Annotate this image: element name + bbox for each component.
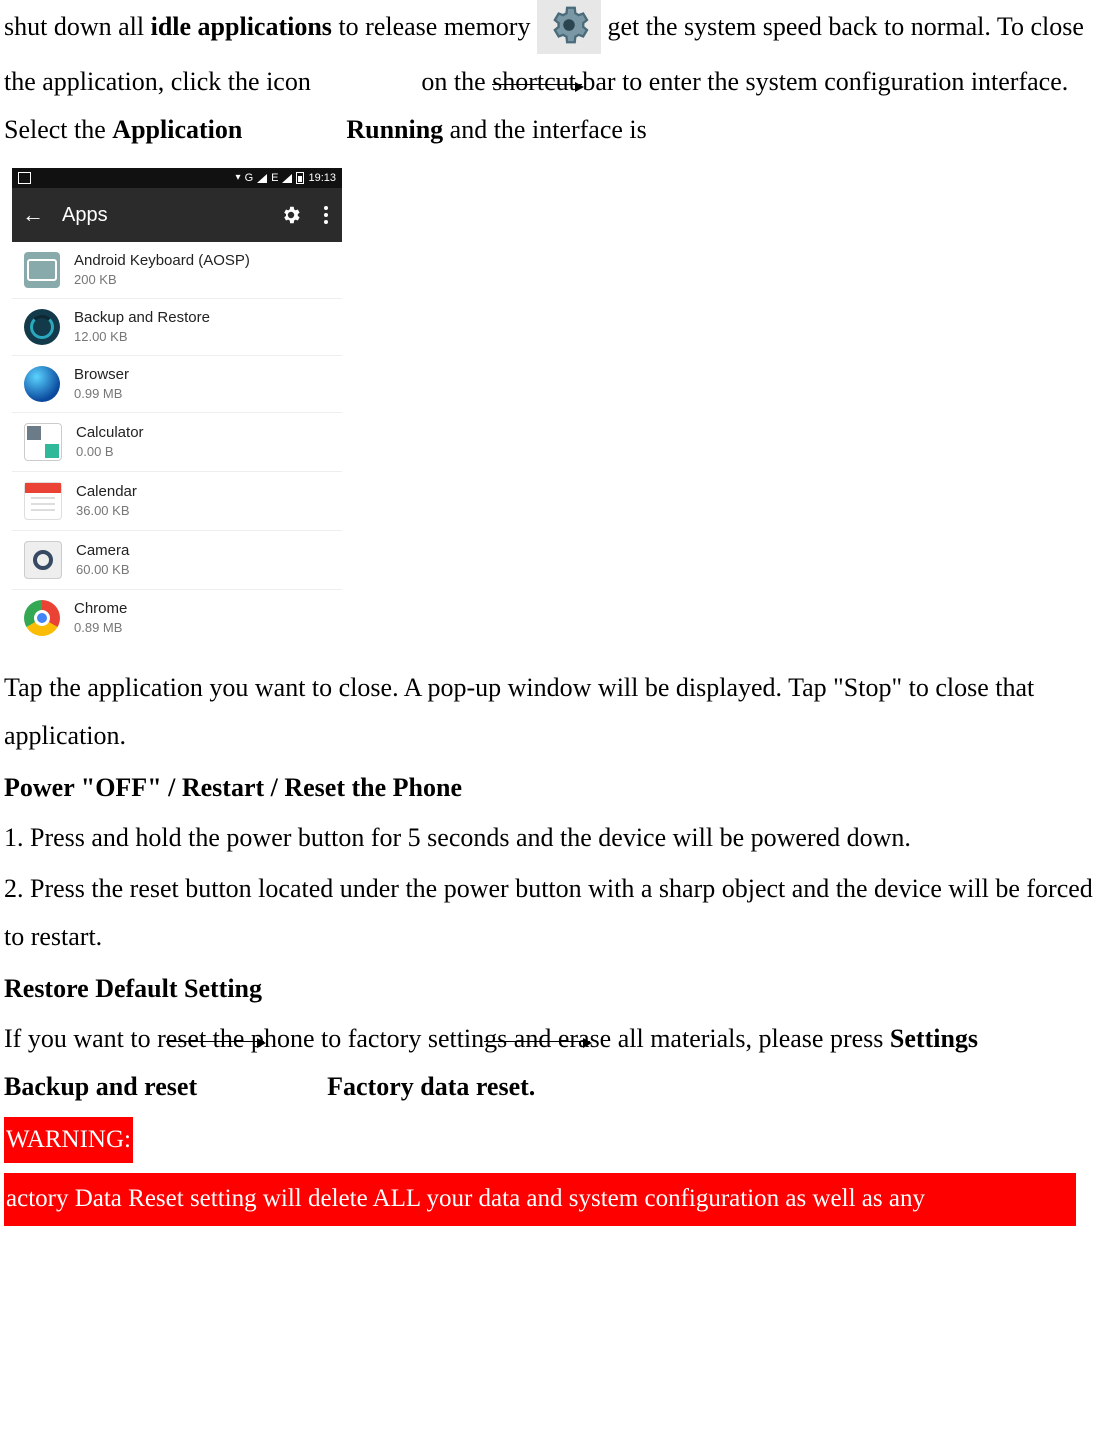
bold-application: Application: [112, 115, 242, 144]
app-text: Android Keyboard (AOSP) 200 KB: [74, 252, 250, 288]
app-text: Chrome 0.89 MB: [74, 600, 127, 636]
section-restore-title: Restore Default Setting: [4, 965, 1115, 1013]
app-name: Calculator: [76, 424, 144, 442]
restore-text: hone to factory settin: [264, 1024, 484, 1053]
phone-screenshot: ▾ G E 19:13 ← Apps Android Keyboard (AOS…: [12, 168, 342, 646]
phone-status-bar: ▾ G E 19:13: [12, 168, 342, 188]
app-icon: [24, 541, 62, 579]
notification-icon: [18, 172, 31, 184]
arrow-over-text: shortcut: [492, 67, 582, 96]
phone-app-list: Android Keyboard (AOSP) 200 KB Backup and …: [12, 242, 342, 646]
app-row[interactable]: Camera 60.00 KB: [12, 531, 342, 590]
app-size: 60.00 KB: [76, 562, 130, 578]
app-name: Calendar: [76, 483, 137, 501]
app-text: Camera 60.00 KB: [76, 542, 130, 578]
signal-icon: [257, 174, 267, 183]
power-step-1: 1. Press and hold the power button for 5…: [4, 814, 1115, 862]
settings-gear-icon: [537, 0, 601, 54]
app-row[interactable]: Android Keyboard (AOSP) 200 KB: [12, 242, 342, 299]
intro-text: and the interface is: [443, 115, 647, 144]
app-name: Android Keyboard (AOSP): [74, 252, 250, 270]
app-size: 36.00 KB: [76, 503, 137, 519]
app-row[interactable]: Calculator 0.00 B: [12, 413, 342, 472]
phone-header-title: Apps: [62, 203, 262, 227]
app-text: Calculator 0.00 B: [76, 424, 144, 460]
document-page: shut down all idle applications to relea…: [0, 0, 1119, 1226]
status-right: ▾ G E 19:13: [236, 172, 336, 185]
status-left: [18, 172, 31, 184]
app-icon: [24, 423, 62, 461]
battery-icon: [296, 172, 304, 184]
app-size: 0.00 B: [76, 444, 144, 460]
app-name: Camera: [76, 542, 130, 560]
network-e-label: E: [271, 172, 278, 185]
app-name: Backup and Restore: [74, 309, 210, 327]
vibrate-icon: ▾: [236, 172, 241, 184]
app-icon: [24, 366, 60, 402]
app-icon: [24, 482, 62, 520]
bold-running: Running: [346, 115, 443, 144]
app-size: 0.99 MB: [74, 386, 129, 402]
warning-label: WARNING:: [4, 1117, 133, 1163]
app-text: Browser 0.99 MB: [74, 366, 129, 402]
app-name: Chrome: [74, 600, 127, 618]
arrow-over-text: eset the p: [166, 1024, 264, 1053]
arrow-over-text: gs and era: [484, 1024, 589, 1053]
back-arrow-icon[interactable]: ←: [22, 202, 44, 228]
app-row[interactable]: Calendar 36.00 KB: [12, 472, 342, 531]
settings-gear-icon[interactable]: [280, 204, 302, 226]
intro-text: on the: [421, 67, 492, 96]
bold-idle-apps: idle applications: [151, 12, 332, 41]
app-row[interactable]: Browser 0.99 MB: [12, 356, 342, 413]
restore-text: se all materials, please press: [590, 1024, 890, 1053]
app-text: Calendar 36.00 KB: [76, 483, 137, 519]
bold-factory-reset: Factory data reset.: [327, 1072, 535, 1101]
app-text: Backup and Restore 12.00 KB: [74, 309, 210, 345]
kebab-menu-icon[interactable]: [320, 206, 332, 224]
bold-settings: Settings: [890, 1024, 978, 1053]
power-step-2: 2. Press the reset button located under …: [4, 865, 1115, 961]
signal-icon: [282, 174, 292, 183]
intro-text: shut down all: [4, 12, 151, 41]
app-size: 12.00 KB: [74, 329, 210, 345]
app-icon: [24, 252, 60, 288]
app-size: 200 KB: [74, 272, 250, 288]
app-icon: [24, 309, 60, 345]
phone-header-bar: ← Apps: [12, 188, 342, 242]
status-time: 19:13: [308, 172, 336, 185]
restore-paragraph: If you want to reset the phone to factor…: [4, 1015, 1115, 1111]
intro-paragraph: shut down all idle applications to relea…: [4, 0, 1115, 154]
app-row[interactable]: Backup and Restore 12.00 KB: [12, 299, 342, 356]
app-size: 0.89 MB: [74, 620, 127, 636]
warning-body: actory Data Reset setting will delete AL…: [4, 1173, 1076, 1225]
after-phone-paragraph: Tap the application you want to close. A…: [4, 664, 1115, 760]
network-g-label: G: [245, 172, 254, 185]
bold-backup-reset: Backup and reset: [4, 1072, 197, 1101]
section-power-title: Power "OFF" / Restart / Reset the Phone: [4, 764, 1115, 812]
app-icon: [24, 600, 60, 636]
app-name: Browser: [74, 366, 129, 384]
app-row[interactable]: Chrome 0.89 MB: [12, 590, 342, 646]
intro-text: to release memory: [332, 12, 537, 41]
restore-text: If you want to r: [4, 1024, 166, 1053]
